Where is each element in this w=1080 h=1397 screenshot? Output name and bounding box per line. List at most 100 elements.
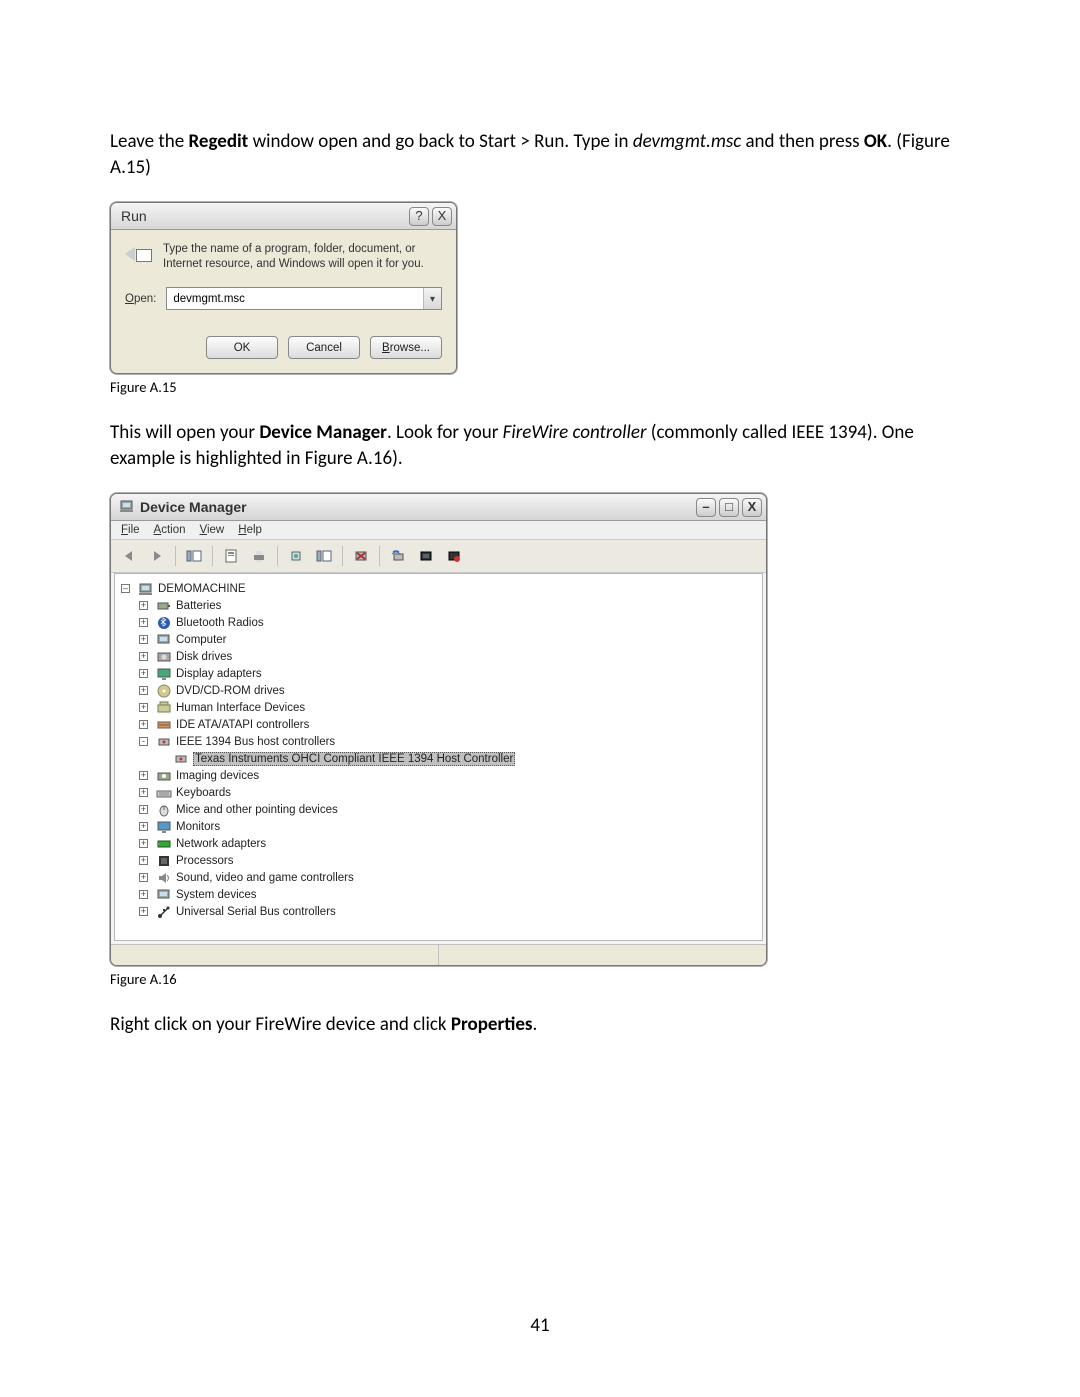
tree-leaf-label: Texas Instruments OHCI Compliant IEEE 13… [193, 752, 515, 766]
tree-node[interactable]: + Keyboards [139, 784, 756, 801]
tree-node[interactable]: +Display adapters [139, 665, 756, 682]
figure-caption-2: Figure A.16 [110, 970, 970, 988]
expand-icon[interactable]: + [139, 652, 148, 661]
tree-node[interactable]: +Mice and other pointing devices [139, 801, 756, 818]
system-icon [156, 887, 172, 903]
close-button[interactable]: X [432, 207, 452, 226]
mouse-icon [156, 802, 172, 818]
menu-file[interactable]: File [121, 524, 140, 536]
sound-icon [156, 870, 172, 886]
ok-button[interactable]: OK [206, 336, 278, 359]
text: This will open your [110, 421, 259, 444]
tree-node-label: Keyboards [176, 787, 231, 799]
open-input[interactable] [167, 288, 423, 309]
expand-icon[interactable]: + [139, 805, 148, 814]
fw-icon [173, 751, 189, 767]
text-bold: Regedit [188, 130, 248, 153]
tree-node[interactable]: + Processors [139, 852, 756, 869]
tree-node[interactable]: +Human Interface Devices [139, 699, 756, 716]
paragraph-3: Right click on your FireWire device and … [110, 1012, 970, 1038]
text: . Look for your [387, 421, 503, 444]
ide-icon [156, 717, 172, 733]
figure-caption-1: Figure A.15 [110, 378, 970, 396]
dm-titlebar[interactable]: Device Manager – □ X [111, 494, 766, 521]
tree-node[interactable]: +Monitors [139, 818, 756, 835]
tree-node-label: Sound, video and game controllers [176, 872, 354, 884]
collapse-icon[interactable]: - [139, 737, 148, 746]
tree-node[interactable]: +IDE ATA/ATAPI controllers [139, 716, 756, 733]
expand-icon[interactable]: + [139, 822, 148, 831]
expand-icon[interactable]: + [139, 873, 148, 882]
menu-action[interactable]: Action [154, 524, 186, 536]
forward-button[interactable] [145, 544, 169, 568]
enable-device-button[interactable] [442, 544, 466, 568]
tree-node[interactable]: + Bluetooth Radios [139, 614, 756, 631]
tree-node[interactable]: + Sound, video and game controllers [139, 869, 756, 886]
scan-hardware-button[interactable] [386, 544, 410, 568]
usb-icon [156, 904, 172, 920]
back-button[interactable] [117, 544, 141, 568]
chevron-down-icon[interactable]: ▾ [423, 288, 441, 309]
tree-node-label: Bluetooth Radios [176, 617, 264, 629]
tree-node[interactable]: +Batteries [139, 597, 756, 614]
tree-node-label: DVD/CD-ROM drives [176, 685, 285, 697]
disable-device-button[interactable] [414, 544, 438, 568]
expand-icon[interactable]: + [139, 601, 148, 610]
minimize-button[interactable]: – [696, 498, 716, 517]
expand-icon[interactable]: + [139, 907, 148, 916]
run-icon [125, 244, 153, 266]
device-tree[interactable]: – DEMOMACHINE +Batteries+Bluetooth Radio… [114, 573, 763, 941]
expand-icon[interactable]: + [139, 788, 148, 797]
tree-node[interactable]: +System devices [139, 886, 756, 903]
tree-node[interactable]: - IEEE 1394 Bus host controllers [139, 733, 756, 750]
expand-icon[interactable]: + [139, 856, 148, 865]
expand-icon[interactable]: + [139, 890, 148, 899]
fw-icon [156, 734, 172, 750]
expand-icon[interactable]: + [139, 635, 148, 644]
tree-node[interactable]: +Disk drives [139, 648, 756, 665]
menu-help[interactable]: Help [238, 524, 262, 536]
expand-icon[interactable]: + [139, 703, 148, 712]
tree-node-label: Network adapters [176, 838, 266, 850]
cd-icon [156, 683, 172, 699]
device-manager-window: Device Manager – □ X File Action View He… [110, 493, 767, 966]
open-label: Open: [125, 293, 156, 305]
text: . [533, 1013, 538, 1036]
collapse-icon[interactable]: – [121, 584, 130, 593]
expand-icon[interactable]: + [139, 669, 148, 678]
expand-icon[interactable]: + [139, 618, 148, 627]
tree-node[interactable]: +Computer [139, 631, 756, 648]
text: window open and go back to Start > Run. … [248, 130, 633, 153]
help-button[interactable]: ? [409, 207, 429, 226]
expand-icon[interactable]: + [139, 720, 148, 729]
print-button[interactable] [247, 544, 271, 568]
uninstall-button[interactable] [349, 544, 373, 568]
tree-leaf[interactable]: Texas Instruments OHCI Compliant IEEE 13… [173, 750, 756, 767]
show-hide-tree-button[interactable] [182, 544, 206, 568]
cancel-button[interactable]: Cancel [288, 336, 360, 359]
update-driver-button[interactable] [284, 544, 308, 568]
open-combobox[interactable]: ▾ [166, 287, 442, 310]
menu-view[interactable]: View [200, 524, 225, 536]
expand-icon[interactable]: + [139, 686, 148, 695]
run-title-text: Run [121, 208, 147, 224]
text: Right click on your FireWire device and … [110, 1013, 451, 1036]
close-button[interactable]: X [742, 498, 762, 517]
battery-icon [156, 598, 172, 614]
paragraph-1: Leave the Regedit window open and go bac… [110, 129, 970, 180]
tree-node[interactable]: +Universal Serial Bus controllers [139, 903, 756, 920]
text: and then press [741, 130, 864, 153]
tree-node-label: IEEE 1394 Bus host controllers [176, 736, 335, 748]
tree-node-label: Processors [176, 855, 234, 867]
tree-node[interactable]: +Imaging devices [139, 767, 756, 784]
maximize-button[interactable]: □ [719, 498, 739, 517]
tree-node[interactable]: + DVD/CD-ROM drives [139, 682, 756, 699]
browse-button[interactable]: Browse... [370, 336, 442, 359]
tree-node[interactable]: + Network adapters [139, 835, 756, 852]
run-titlebar[interactable]: Run ? X [111, 203, 456, 230]
show-hidden-button[interactable] [312, 544, 336, 568]
keyboard-icon [156, 785, 172, 801]
properties-button[interactable] [219, 544, 243, 568]
expand-icon[interactable]: + [139, 771, 148, 780]
expand-icon[interactable]: + [139, 839, 148, 848]
